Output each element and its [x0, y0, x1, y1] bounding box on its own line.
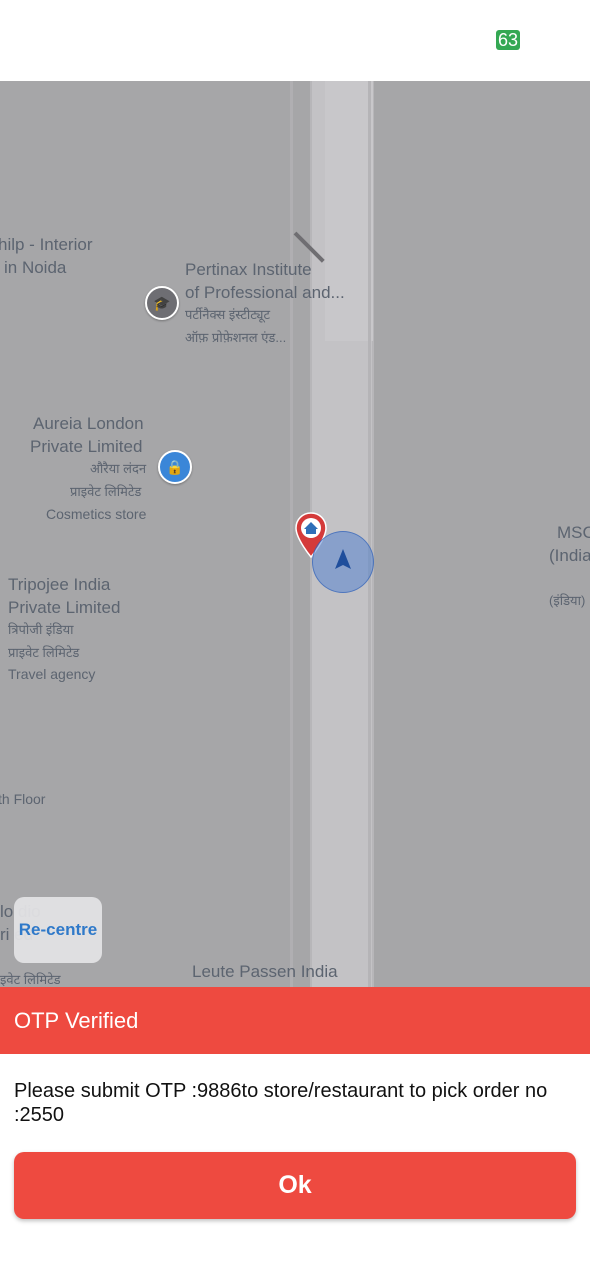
otp-header: OTP Verified — [0, 987, 590, 1054]
map-label: Travel agency — [8, 666, 96, 682]
map-label: पर्टीनैक्स इंस्टीट्यूट — [185, 307, 271, 322]
map-label: in Noida — [4, 258, 67, 277]
status-bar: 63 — [0, 0, 590, 81]
map-label: MSC — [557, 523, 590, 542]
map-label: ऑफ़ प्रोफ़ेशनल एंड... — [185, 330, 287, 345]
map-road-edge — [290, 81, 293, 987]
map-label: of Professional and... — [185, 283, 345, 302]
map-label: त्रिपोजी इंडिया — [8, 622, 74, 637]
map-label: Cosmetics store — [46, 506, 147, 522]
map-label: th Floor — [0, 791, 46, 807]
map-label: (India — [549, 546, 590, 565]
map-label: इवेट लिमिटेड — [0, 972, 61, 987]
recentre-button[interactable]: Re-centre — [14, 897, 102, 963]
map-label: प्राइवेट लिमिटेड — [8, 645, 80, 660]
map-view[interactable]: hilp - Interior in Noida 🎓 Pertinax Inst… — [0, 81, 590, 987]
navigation-arrow-icon — [333, 547, 353, 571]
map-label: औरैया लंदन — [90, 461, 147, 476]
school-icon: 🎓 — [153, 295, 171, 311]
map-label: प्राइवेट लिमिटेड — [70, 484, 142, 499]
shopping-bag-icon: 🔒 — [166, 459, 184, 475]
poi-aureia[interactable]: 🔒 — [158, 450, 192, 484]
map-label: Private Limited — [8, 598, 121, 617]
otp-title: OTP Verified — [14, 1008, 139, 1033]
ok-button[interactable]: Ok — [14, 1152, 576, 1219]
map-road-divider — [368, 81, 371, 987]
otp-message: Please submit OTP :9886to store/restaura… — [14, 1080, 548, 1126]
battery-indicator: 63 — [496, 30, 520, 50]
map-label: (इंडिया) — [549, 593, 586, 608]
map-label: Aureia London — [33, 414, 144, 433]
map-label: hilp - Interior — [0, 235, 93, 254]
poi-pertinax[interactable]: 🎓 — [145, 286, 179, 320]
map-label: Tripojee India — [8, 575, 111, 594]
map-label: Leute Passen India — [192, 962, 338, 981]
map-label: Private Limited — [30, 437, 143, 456]
map-label: Pertinax Institute — [185, 260, 312, 279]
